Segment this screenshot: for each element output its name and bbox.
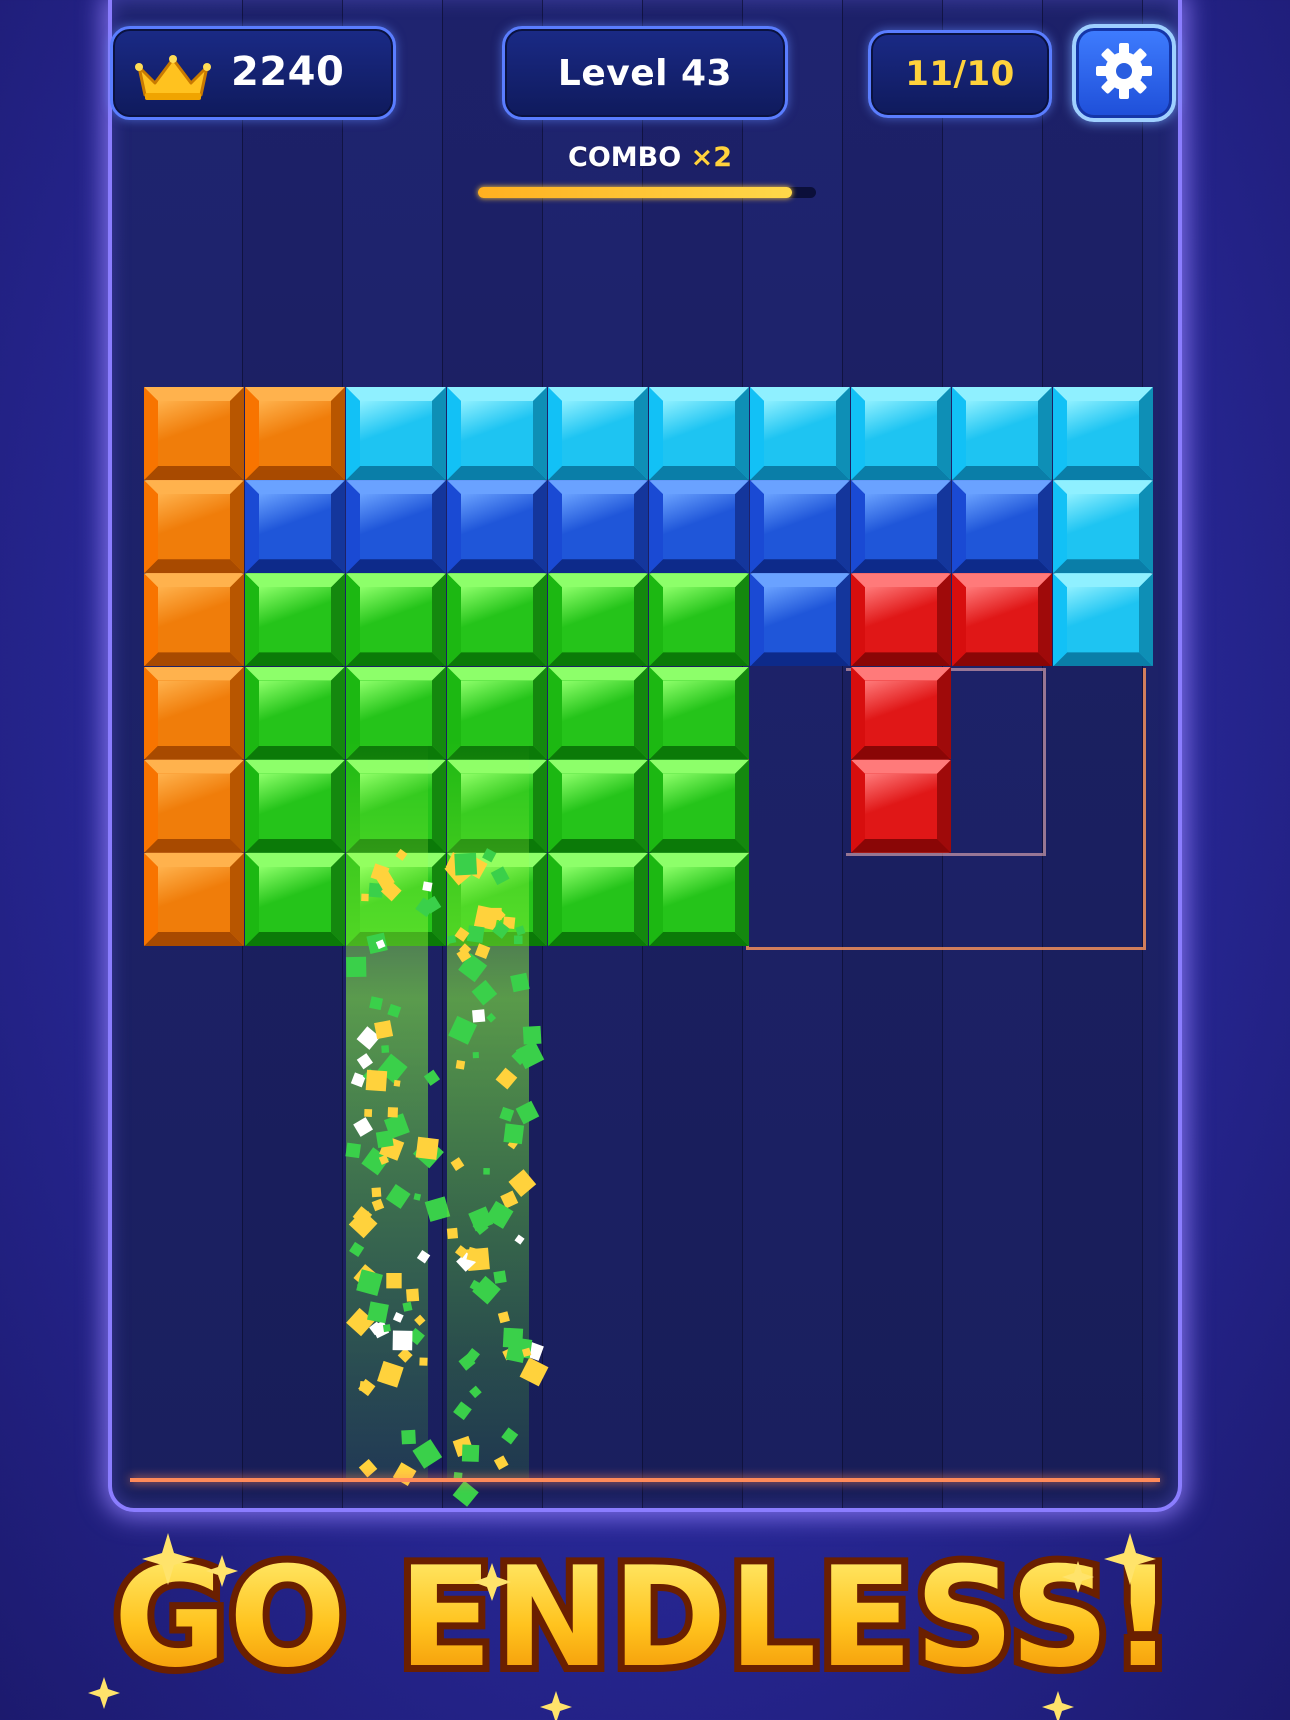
game-frame	[108, 0, 1182, 1512]
moves-counter: 11/10	[905, 54, 1015, 94]
gear-icon	[1093, 40, 1155, 106]
moves-panel: 11/10	[868, 30, 1052, 118]
combo-progress-fill	[478, 187, 793, 198]
settings-button[interactable]	[1072, 24, 1176, 122]
promo-title: GO ENDLESS!	[114, 1537, 1177, 1698]
combo-label: COMBO	[568, 142, 682, 173]
combo-multiplier: ×2	[690, 142, 732, 173]
score-panel: 2240	[110, 26, 396, 120]
promo-banner: GO ENDLESS!	[0, 1515, 1290, 1720]
crown-icon	[135, 55, 211, 105]
board-bottom-line	[130, 1478, 1160, 1482]
level-panel: Level 43	[502, 26, 788, 120]
combo-progress-bar	[478, 187, 816, 198]
combo-indicator: COMBO ×2	[560, 142, 740, 173]
level-label: Level 43	[557, 52, 733, 94]
score-value: 2240	[231, 49, 345, 95]
